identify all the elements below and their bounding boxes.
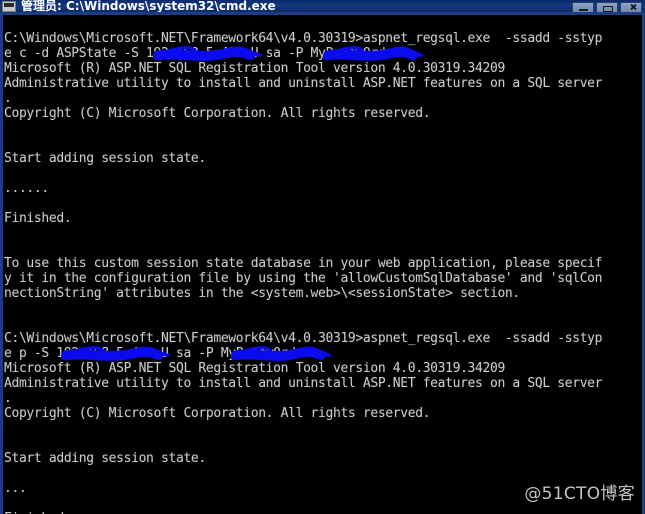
console-frame: C:\Windows\Microsoft.NET\Framework64\v4.… xyxy=(0,12,645,514)
close-button[interactable] xyxy=(620,2,642,12)
console-line: Microsoft (R) ASP.NET SQL Registration T… xyxy=(4,61,505,76)
console-line: e p -S 192.168.5.48 -U sa -P MyPassw0rd xyxy=(4,346,296,361)
minimize-button[interactable] xyxy=(572,2,594,12)
console-line: nectionString' attributes in the <system… xyxy=(4,286,520,301)
console-line: e c -d ASPState -S 192.168.5.48 -U sa -P… xyxy=(4,46,386,61)
window-titlebar[interactable]: 管理员: C:\Windows\system32\cmd.exe xyxy=(0,0,645,12)
console-line: . xyxy=(4,91,12,106)
console-line: To use this custom session state databas… xyxy=(4,256,603,271)
console-line: ...... xyxy=(4,181,49,196)
maximize-button[interactable] xyxy=(596,2,618,12)
console-line: ... xyxy=(4,481,27,496)
console-line: Copyright (C) Microsoft Corporation. All… xyxy=(4,106,431,121)
cmd-window: 管理员: C:\Windows\system32\cmd.exe C:\Wind… xyxy=(0,0,645,514)
console-line: C:\Windows\Microsoft.NET\Framework64\v4.… xyxy=(4,31,603,46)
site-watermark: @51CTO博客 xyxy=(524,484,635,504)
window-controls xyxy=(572,2,642,12)
window-title: 管理员: C:\Windows\system32\cmd.exe xyxy=(21,0,276,12)
console-line: y it in the configuration file by using … xyxy=(4,271,603,286)
console-line: Start adding session state. xyxy=(4,451,206,466)
console-line: Finished. xyxy=(4,211,72,226)
console-line: Start adding session state. xyxy=(4,151,206,166)
console-line: Administrative utility to install and un… xyxy=(4,376,603,391)
console-line: Copyright (C) Microsoft Corporation. All… xyxy=(4,406,431,421)
console-line: . xyxy=(4,391,12,406)
console-icon xyxy=(2,1,16,12)
console-line: Microsoft (R) ASP.NET SQL Registration T… xyxy=(4,361,505,376)
console-line: Administrative utility to install and un… xyxy=(4,76,603,91)
console-line: C:\Windows\Microsoft.NET\Framework64\v4.… xyxy=(4,331,603,346)
console-output[interactable]: C:\Windows\Microsoft.NET\Framework64\v4.… xyxy=(3,18,642,514)
